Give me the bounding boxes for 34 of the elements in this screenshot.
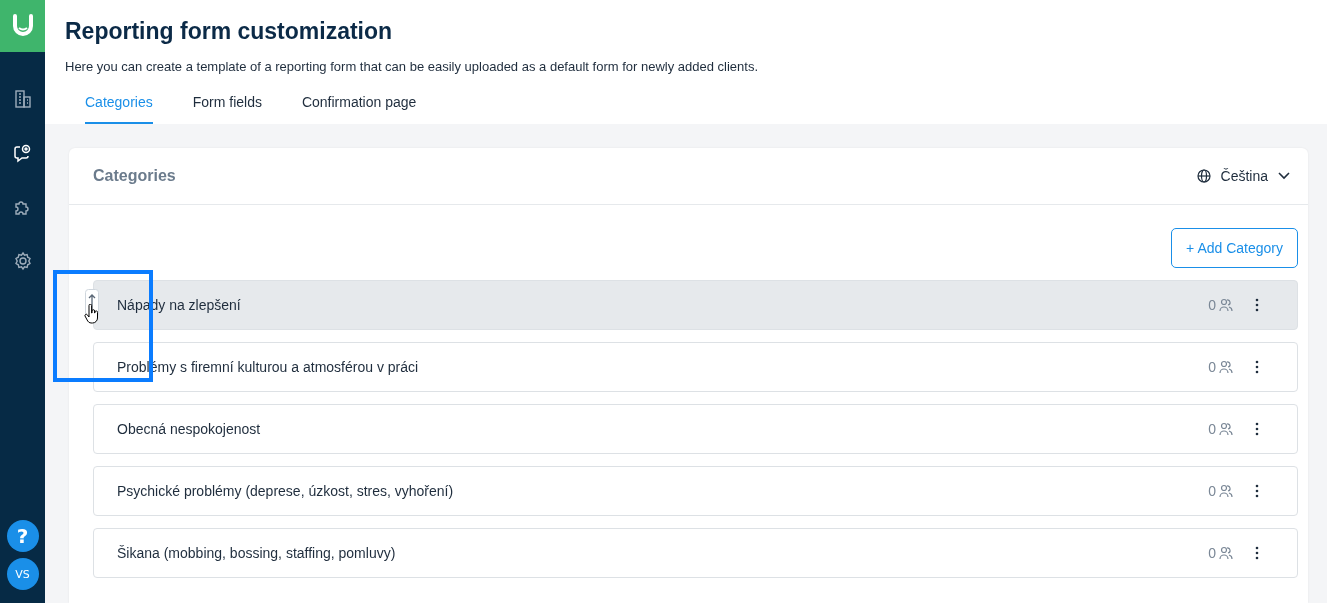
add-category-button[interactable]: + Add Category xyxy=(1171,228,1298,268)
people-icon xyxy=(1219,546,1233,560)
hand-cursor-icon xyxy=(84,304,100,324)
chat-gear-icon xyxy=(12,143,33,163)
building-icon xyxy=(12,89,33,109)
more-options-icon xyxy=(1255,484,1259,498)
tab[interactable]: Form fields xyxy=(192,94,262,124)
language-dropdown[interactable]: Čeština xyxy=(1190,167,1296,185)
more-options-icon xyxy=(1255,360,1259,374)
member-count: 0 xyxy=(1208,483,1216,499)
people-icon xyxy=(1219,360,1233,374)
page-subtitle: Here you can create a template of a reporting form that can be easily uploaded as a default form for newly added clients. xyxy=(65,59,759,74)
people-icon xyxy=(1219,422,1233,436)
category-name: Šikana (mobbing, bossing, staffing, pomluvy) xyxy=(117,545,397,561)
member-count: 0 xyxy=(1208,297,1216,313)
category-name: Obecná nespokojenost xyxy=(117,421,262,437)
people-icon xyxy=(1219,484,1233,498)
more-options-icon xyxy=(1255,546,1259,560)
more-options-icon xyxy=(1255,422,1259,436)
category-row[interactable]: Šikana (mobbing, bossing, staffing, pomluvy) 0 xyxy=(93,528,1298,578)
category-row[interactable]: Psychické problémy (deprese, úzkost, stres, vyhoření) 0 xyxy=(93,466,1298,516)
card-title: Categories xyxy=(93,167,176,185)
page-title: Reporting form customization xyxy=(65,18,394,45)
chevron-down-icon xyxy=(1278,172,1290,180)
settings-icon xyxy=(12,251,33,271)
member-count: 0 xyxy=(1208,421,1216,437)
globe-icon xyxy=(1196,169,1211,183)
member-count: 0 xyxy=(1208,545,1216,561)
member-count: 0 xyxy=(1208,359,1216,375)
more-options-icon xyxy=(1255,298,1259,312)
people-icon xyxy=(1219,298,1233,312)
category-name: Psychické problémy (deprese, úzkost, stres, vyhoření) xyxy=(117,483,455,499)
tab[interactable]: Confirmation page xyxy=(301,94,417,124)
category-row[interactable]: Obecná nespokojenost 0 xyxy=(93,404,1298,454)
